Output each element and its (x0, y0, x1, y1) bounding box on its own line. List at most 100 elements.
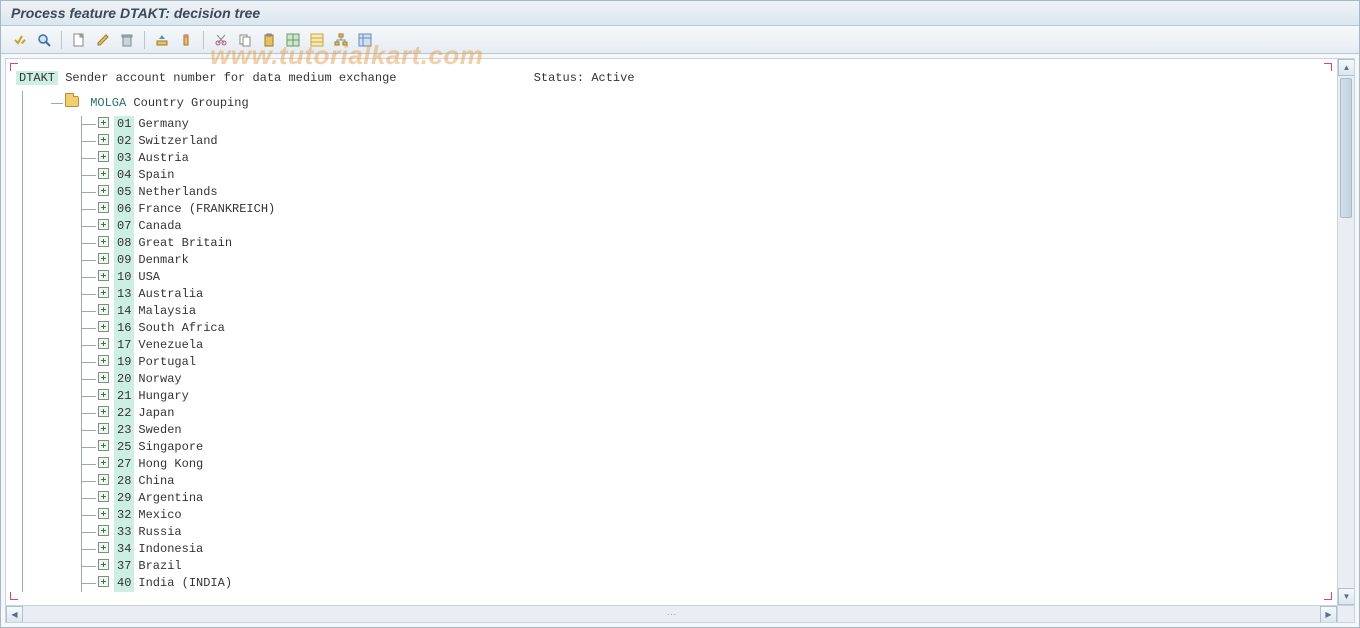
expand-icon[interactable] (98, 372, 109, 383)
scroll-up-button[interactable]: ▲ (1338, 59, 1355, 76)
vertical-scrollbar[interactable]: ▲ ▼ (1337, 59, 1354, 605)
cut-button[interactable] (210, 29, 232, 51)
scroll-thumb[interactable] (1340, 78, 1352, 218)
expand-icon[interactable] (98, 474, 109, 485)
country-node[interactable]: 01Germany (82, 116, 1327, 133)
country-label: Sweden (138, 423, 181, 437)
country-label: Denmark (138, 253, 188, 267)
expand-icon[interactable] (98, 168, 109, 179)
country-node[interactable]: 20Norway (82, 371, 1327, 388)
country-label: Brazil (138, 559, 181, 573)
expand-icon[interactable] (98, 134, 109, 145)
country-code: 10 (114, 269, 134, 286)
country-node[interactable]: 34Indonesia (82, 541, 1327, 558)
expand-icon[interactable] (98, 321, 109, 332)
country-node[interactable]: 37Brazil (82, 558, 1327, 575)
check-pencil-icon (13, 33, 27, 47)
country-node[interactable]: 32Mexico (82, 507, 1327, 524)
molga-node[interactable]: MOLGA Country Grouping (23, 91, 1327, 116)
expand-icon[interactable] (98, 202, 109, 213)
expand-icon[interactable] (98, 559, 109, 570)
country-node[interactable]: 02Switzerland (82, 133, 1327, 150)
copy-button[interactable] (234, 29, 256, 51)
expand-icon[interactable] (98, 389, 109, 400)
expand-icon[interactable] (98, 304, 109, 315)
expand-icon[interactable] (98, 440, 109, 451)
scroll-left-button[interactable]: ◀ (6, 606, 23, 623)
expand-icon[interactable] (98, 406, 109, 417)
country-code: 32 (114, 507, 134, 524)
country-node[interactable]: 16South Africa (82, 320, 1327, 337)
find-button[interactable] (33, 29, 55, 51)
trash-icon (120, 33, 134, 47)
horizontal-scrollbar[interactable]: ◀ ··· ▶ (6, 605, 1337, 622)
paste-button[interactable] (258, 29, 280, 51)
check-button[interactable] (9, 29, 31, 51)
country-node[interactable]: 05Netherlands (82, 184, 1327, 201)
scroll-down-button[interactable]: ▼ (1338, 588, 1355, 605)
country-node[interactable]: 25Singapore (82, 439, 1327, 456)
scroll-track[interactable] (1338, 76, 1354, 588)
country-node[interactable]: 19Portugal (82, 354, 1327, 371)
country-label: Spain (138, 168, 174, 182)
country-node[interactable]: 17Venezuela (82, 337, 1327, 354)
scroll-track[interactable]: ··· (23, 606, 1320, 622)
country-node[interactable]: 06France (FRANKREICH) (82, 201, 1327, 218)
country-node[interactable]: 13Australia (82, 286, 1327, 303)
view4-button[interactable] (354, 29, 376, 51)
country-code: 04 (114, 167, 134, 184)
expand-icon[interactable] (98, 270, 109, 281)
view2-button[interactable] (306, 29, 328, 51)
view3-button[interactable] (330, 29, 352, 51)
expand-button[interactable] (175, 29, 197, 51)
feature-code[interactable]: DTAKT (16, 71, 58, 85)
country-code: 21 (114, 388, 134, 405)
expand-icon[interactable] (98, 525, 109, 536)
country-code: 05 (114, 184, 134, 201)
country-node[interactable]: 29Argentina (82, 490, 1327, 507)
country-code: 28 (114, 473, 134, 490)
country-node[interactable]: 33Russia (82, 524, 1327, 541)
expand-icon[interactable] (98, 423, 109, 434)
country-label: USA (138, 270, 160, 284)
country-code: 08 (114, 235, 134, 252)
view1-button[interactable] (282, 29, 304, 51)
expand-icon[interactable] (98, 542, 109, 553)
expand-icon[interactable] (98, 151, 109, 162)
scroll-right-button[interactable]: ▶ (1320, 606, 1337, 623)
expand-icon[interactable] (98, 355, 109, 366)
expand-icon[interactable] (98, 253, 109, 264)
country-node[interactable]: 23 Sweden (82, 422, 1327, 439)
country-node[interactable]: 09Denmark (82, 252, 1327, 269)
country-code: 16 (114, 320, 134, 337)
create-button[interactable] (68, 29, 90, 51)
country-node[interactable]: 08Great Britain (82, 235, 1327, 252)
molga-code: MOLGA (90, 96, 126, 110)
delete-button[interactable] (116, 29, 138, 51)
expand-icon[interactable] (98, 219, 109, 230)
expand-icon[interactable] (98, 338, 109, 349)
expand-icon[interactable] (98, 491, 109, 502)
country-node[interactable]: 28China (82, 473, 1327, 490)
country-node[interactable]: 07Canada (82, 218, 1327, 235)
country-node[interactable]: 10 USA (82, 269, 1327, 286)
collapse-button[interactable] (151, 29, 173, 51)
country-node[interactable]: 03Austria (82, 150, 1327, 167)
country-node[interactable]: 14Malaysia (82, 303, 1327, 320)
expand-icon[interactable] (98, 236, 109, 247)
country-node[interactable]: 40India (INDIA) (82, 575, 1327, 592)
edit-button[interactable] (92, 29, 114, 51)
expand-icon[interactable] (98, 287, 109, 298)
country-node[interactable]: 21Hungary (82, 388, 1327, 405)
country-node[interactable]: 27Hong Kong (82, 456, 1327, 473)
country-node[interactable]: 22Japan (82, 405, 1327, 422)
expand-icon[interactable] (98, 576, 109, 587)
country-node[interactable]: 04 Spain (82, 167, 1327, 184)
expand-icon[interactable] (98, 185, 109, 196)
country-code: 27 (114, 456, 134, 473)
expand-icon[interactable] (98, 508, 109, 519)
children-container: 01Germany02Switzerland03Austria04 Spain 05… (81, 116, 1327, 592)
country-code: 23 (114, 422, 134, 439)
expand-icon[interactable] (98, 457, 109, 468)
expand-icon[interactable] (98, 117, 109, 128)
